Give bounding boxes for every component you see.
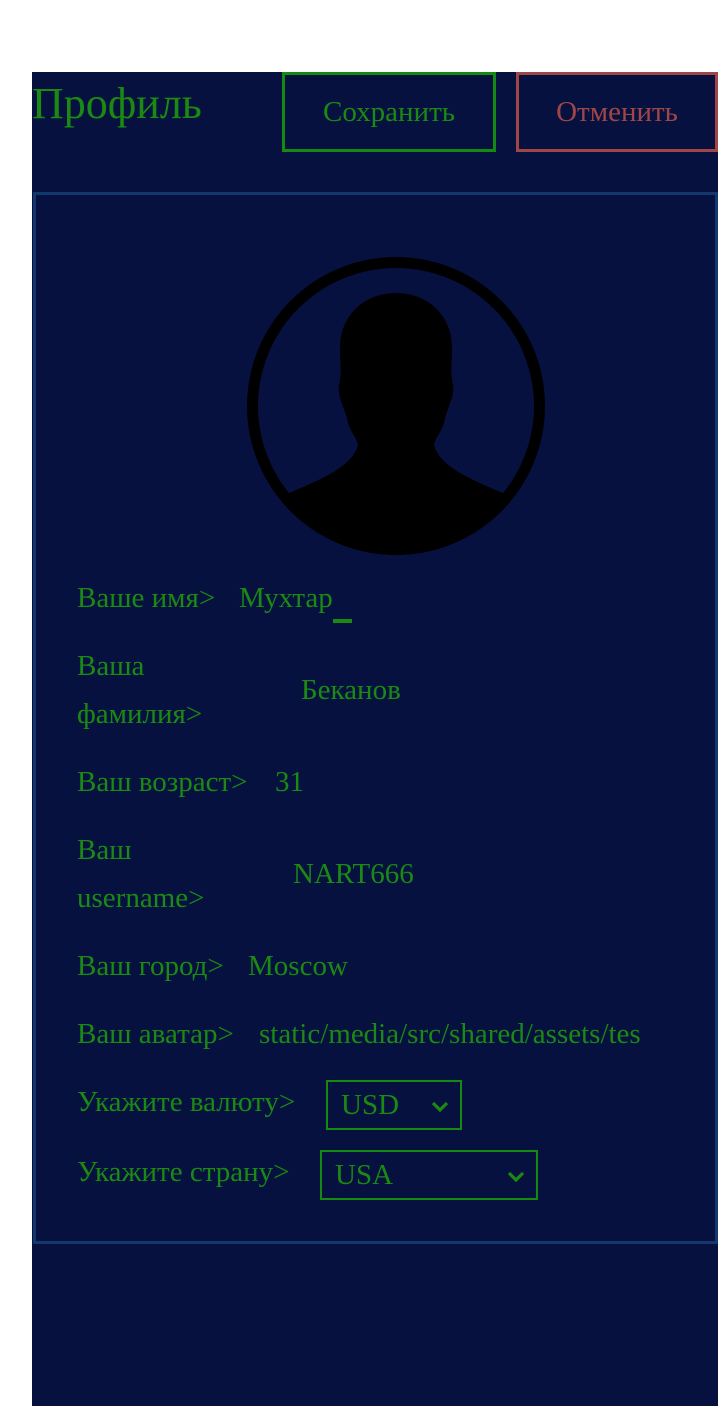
currency-label: Укажите валюту> [77,1086,296,1118]
currency-selected-value: USD [341,1088,400,1121]
country-selected-value: USA [335,1158,394,1191]
username-label-line2: username> [77,882,205,914]
age-field[interactable]: 31 [275,758,304,806]
user-silhouette-icon [247,257,545,555]
country-label: Укажите страну> [77,1156,290,1188]
city-field[interactable]: Moscow [248,942,348,990]
first-name-label: Ваше имя> [77,582,216,614]
chevron-down-icon [507,1171,525,1183]
last-name-field[interactable]: Беканов [301,666,401,714]
country-select[interactable]: USA [320,1150,538,1200]
last-name-label-line2: фамилия> [77,698,203,730]
last-name-label-line1: Ваша [77,650,145,682]
avatar-path-label: Ваш аватар> [77,1018,234,1050]
chevron-down-icon [431,1101,449,1113]
save-button[interactable]: Сохранить [282,72,496,152]
cancel-button[interactable]: Отменить [516,72,718,152]
username-field[interactable]: NART666 [293,850,414,898]
first-name-field[interactable]: Мухтар [239,574,333,622]
text-cursor [333,619,352,623]
avatar-path-field[interactable]: static/media/src/shared/assets/tes [259,1010,674,1058]
currency-select[interactable]: USD [326,1080,462,1130]
age-label: Ваш возраст> [77,766,248,798]
city-label: Ваш город> [77,950,224,982]
username-label-line1: Ваш [77,834,132,866]
page-title: Профиль [32,79,202,128]
